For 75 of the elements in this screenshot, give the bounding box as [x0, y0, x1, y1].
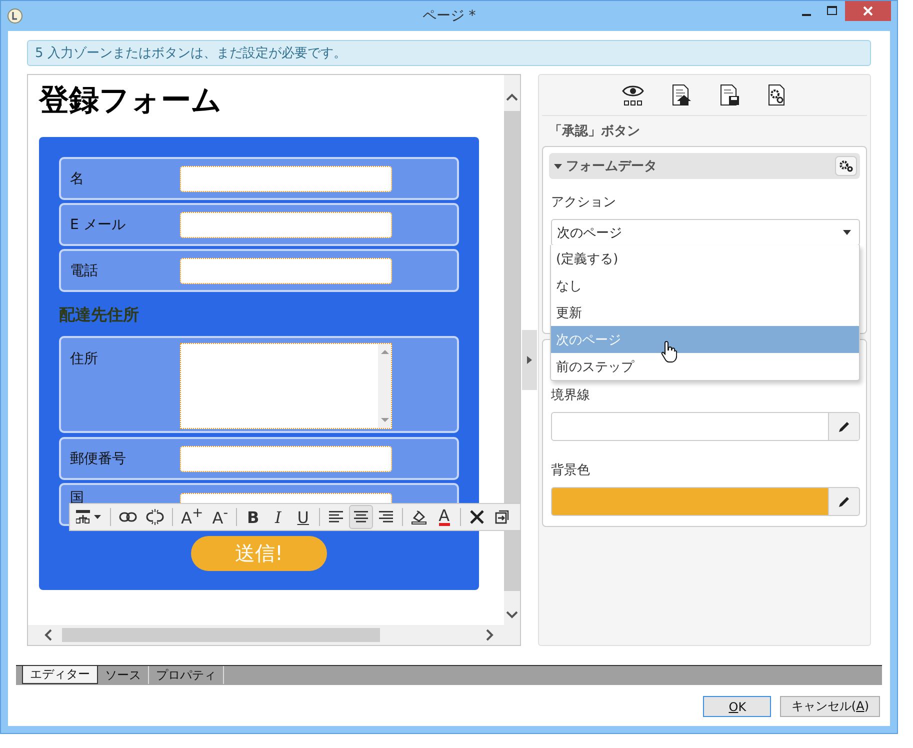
section-heading: 配達先住所	[59, 304, 140, 326]
view-tab[interactable]: エディター	[22, 666, 98, 684]
expand-arrow-icon	[527, 356, 532, 364]
field-label: アクション	[551, 194, 617, 211]
font-color-button[interactable]: A	[432, 505, 456, 529]
view-tab[interactable]: プロパティ	[149, 666, 224, 684]
document-settings-icon[interactable]	[768, 84, 788, 106]
field-label: 名	[69, 170, 85, 188]
align-center-button[interactable]	[349, 505, 374, 529]
scroll-left-icon[interactable]	[44, 629, 52, 641]
input-field[interactable]	[180, 166, 392, 192]
bold-button[interactable]: B	[241, 505, 266, 529]
minimize-icon	[802, 14, 810, 16]
font-shrink-button[interactable]: A$^{-}$	[208, 505, 232, 529]
unlink-icon	[146, 509, 164, 525]
dropdown-option[interactable]: なし	[551, 272, 859, 299]
section-title: フォームデータ	[566, 158, 657, 175]
notice-banner: 5 入力ゾーンまたはボタンは、まだ設定が必要です。	[27, 40, 871, 66]
field-label: E メール	[69, 216, 126, 234]
maximize-icon	[827, 6, 837, 16]
panel-title: 「承認」ボタン	[548, 123, 641, 138]
paste-icon	[495, 510, 510, 524]
dropdown-option[interactable]: 前のステップ	[551, 353, 859, 380]
underline-button[interactable]: U	[291, 505, 316, 529]
input-field[interactable]	[180, 212, 392, 238]
color-field[interactable]	[551, 487, 860, 516]
caret-icon	[554, 162, 562, 170]
document-upload-icon[interactable]	[672, 84, 692, 106]
vertical-scrollbar[interactable]	[504, 75, 520, 625]
align-icon	[353, 511, 370, 523]
input-field[interactable]	[180, 446, 392, 472]
scroll-up-icon[interactable]	[506, 93, 518, 101]
pencil-icon	[837, 420, 851, 434]
x-icon	[470, 510, 484, 524]
caret-icon	[843, 230, 851, 235]
field-label: 境界線	[551, 387, 591, 404]
document-save-icon[interactable]	[720, 84, 740, 106]
horizontal-scrollbar[interactable]	[28, 625, 504, 645]
scroll-down-icon[interactable]	[506, 611, 518, 619]
pencil-icon	[837, 494, 851, 508]
input-field[interactable]	[180, 258, 392, 284]
collapse-panel-button[interactable]	[522, 330, 537, 390]
field-label: 電話	[69, 262, 99, 280]
field-label: 郵便番号	[69, 450, 127, 468]
field-label: 国	[69, 489, 85, 507]
app-icon	[7, 8, 23, 24]
edit-button[interactable]	[828, 488, 859, 515]
view-tab[interactable]: ソース	[98, 666, 149, 684]
gears-icon	[839, 160, 853, 172]
align-icon	[378, 511, 394, 523]
hand-cursor-icon	[661, 341, 677, 363]
close-icon	[863, 6, 873, 16]
insert-block-icon	[76, 510, 102, 524]
italic-button[interactable]: I	[266, 505, 290, 529]
align-icon	[328, 511, 344, 523]
input-field[interactable]	[180, 493, 392, 504]
scroll-right-icon[interactable]	[486, 629, 494, 641]
section-header[interactable]: フォームデータ	[549, 153, 860, 179]
settings-button[interactable]	[835, 156, 857, 176]
link-icon	[119, 512, 137, 522]
close-button[interactable]	[845, 1, 891, 21]
textarea-field[interactable]	[180, 343, 392, 429]
preview-icon[interactable]	[622, 84, 644, 106]
font-grow-button[interactable]: A$^{+}$	[177, 505, 208, 529]
dropdown-option[interactable]: 更新	[551, 299, 859, 326]
form-title: 登録フォーム	[39, 83, 223, 119]
field-label: 住所	[69, 350, 99, 368]
cancel-button[interactable]: キャンセル(A)	[780, 696, 880, 717]
color-field[interactable]	[551, 412, 860, 441]
paint-bucket-icon	[411, 509, 428, 525]
dropdown-option[interactable]: (定義する)	[551, 245, 859, 272]
edit-button[interactable]	[828, 413, 859, 440]
window-title: ページ *	[422, 7, 476, 25]
ok-button[interactable]: OK	[703, 696, 772, 717]
field-label: 背景色	[551, 462, 591, 479]
